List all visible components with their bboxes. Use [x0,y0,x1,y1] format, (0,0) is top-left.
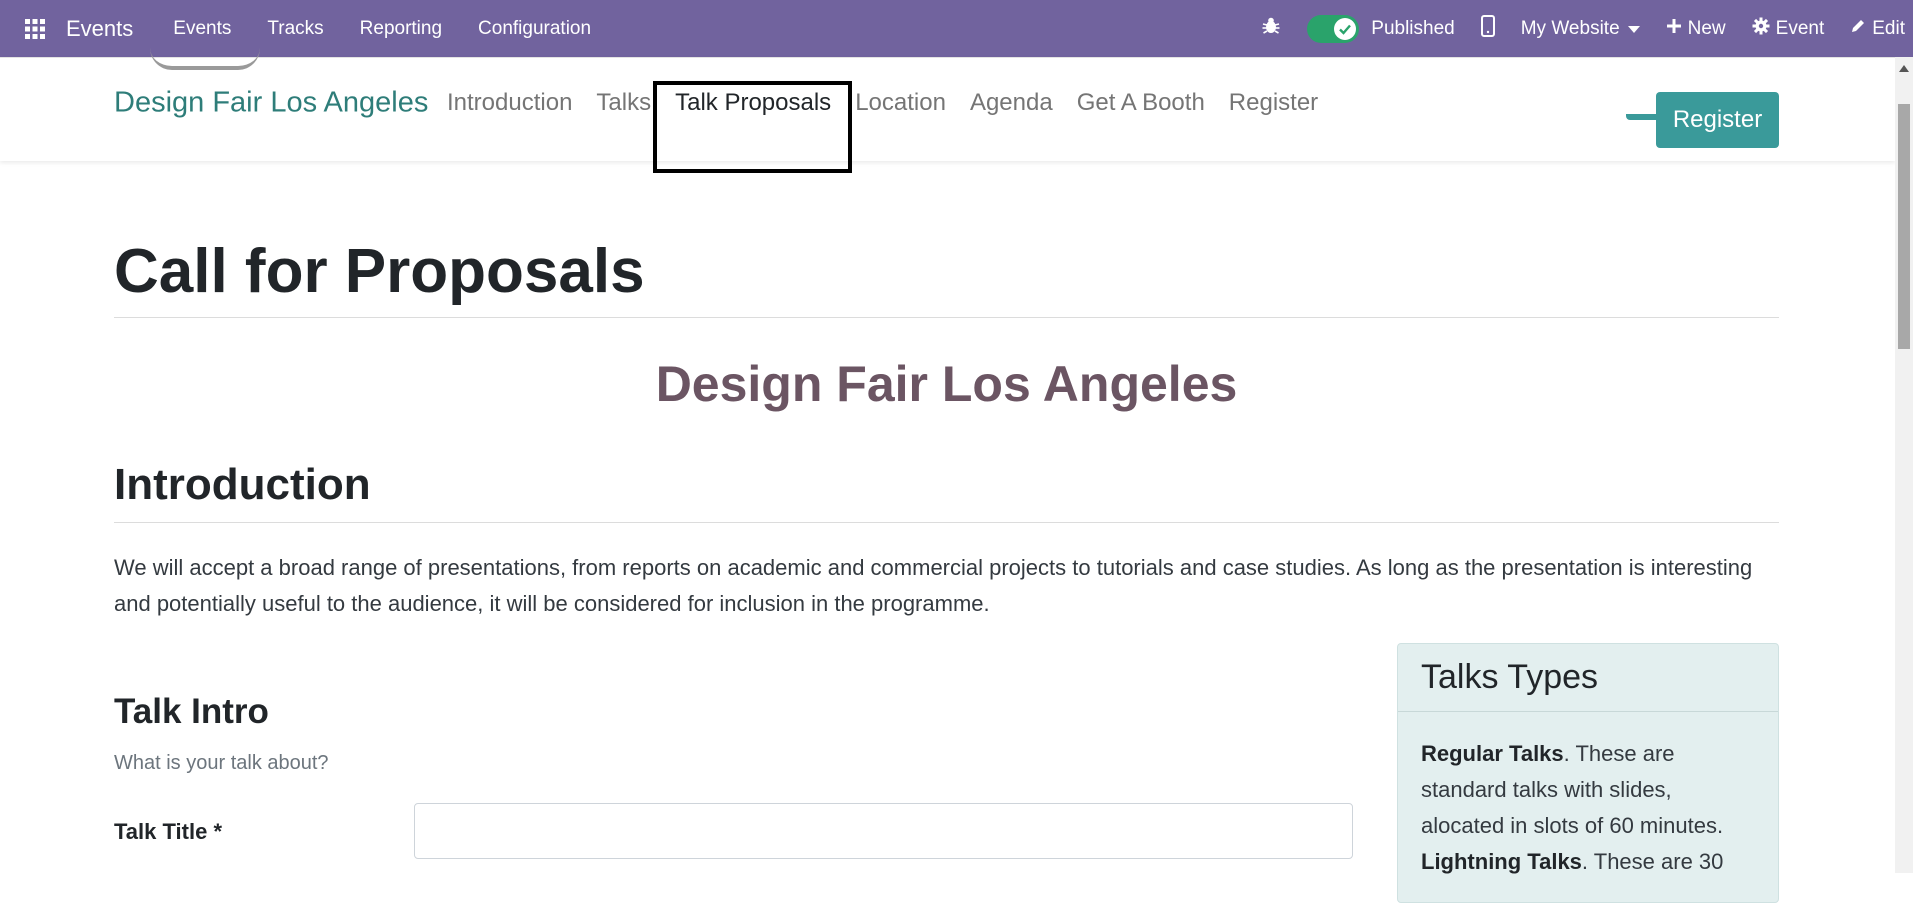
debug-button[interactable] [1261,16,1281,42]
admin-topbar: Events Events Tracks Reporting Configura… [0,0,1913,57]
menu-reporting[interactable]: Reporting [360,18,442,40]
event-nav-title[interactable]: Design Fair Los Angeles [114,87,428,120]
event-nav-links: Introduction Talks Talk Proposals Locati… [447,89,1342,117]
regular-talks-label: Regular Talks [1421,741,1564,766]
divider [114,522,1779,523]
event-label: Event [1775,17,1825,39]
topbar-actions: Published My Website New Event Edit [1261,0,1913,57]
talk-types-body: Regular Talks. These are standard talks … [1398,712,1778,880]
menu-tracks[interactable]: Tracks [267,18,323,40]
edit-label: Edit [1872,17,1905,39]
scrollbar-thumb[interactable] [1898,104,1910,349]
mobile-icon [1480,14,1495,43]
register-button[interactable]: Register [1656,92,1779,148]
published-label: Published [1371,17,1455,39]
divider [114,317,1779,318]
nav-agenda[interactable]: Agenda [970,89,1053,117]
plus-icon [1666,18,1682,40]
event-logo-fragment [150,48,260,70]
event-navbar: Design Fair Los Angeles Introduction Tal… [0,57,1895,173]
new-button[interactable]: New [1666,18,1726,40]
nav-introduction[interactable]: Introduction [447,89,572,117]
website-switcher[interactable]: My Website [1521,18,1640,40]
page-title: Call for Proposals [114,237,645,306]
nav-register[interactable]: Register [1229,89,1318,117]
focus-highlight [653,81,852,173]
talk-types-heading: Talks Types [1398,644,1778,712]
apps-grid-icon[interactable] [18,0,52,57]
talk-title-label: Talk Title * [114,819,223,844]
website-label: My Website [1520,17,1620,39]
lightning-talks-label: Lightning Talks [1421,849,1582,874]
new-label: New [1687,17,1726,39]
publish-toggle[interactable]: Published [1307,14,1455,43]
check-icon [1334,17,1357,40]
talk-title-input[interactable] [414,803,1353,859]
introduction-text: We will accept a broad range of presenta… [114,555,1753,616]
caret-down-icon [1627,18,1640,40]
pencil-icon [1850,18,1866,40]
nav-location[interactable]: Location [855,89,946,117]
gear-icon [1752,17,1770,41]
nav-talks[interactable]: Talks [596,89,651,117]
talk-intro-heading: Talk Intro [114,692,269,731]
mobile-preview-button[interactable] [1480,14,1495,43]
nav-get-a-booth[interactable]: Get A Booth [1077,89,1205,117]
event-title: Design Fair Los Angeles [655,356,1238,412]
menu-configuration[interactable]: Configuration [478,18,591,40]
edit-button[interactable]: Edit [1850,18,1905,40]
bug-icon [1261,16,1281,42]
toggle-switch[interactable] [1307,14,1360,43]
event-settings-button[interactable]: Event [1752,17,1825,41]
app-brand[interactable]: Events [66,16,133,42]
talk-types-card: Talks Types Regular Talks. These are sta… [1397,643,1779,903]
lightning-talks-text: . These are 30 [1581,849,1724,874]
scrollbar[interactable] [1895,57,1913,873]
menu-events[interactable]: Events [173,18,231,40]
scroll-up-arrow-icon[interactable] [1899,65,1909,72]
introduction-heading: Introduction [114,460,371,509]
talk-intro-subtitle: What is your talk about? [114,752,329,774]
